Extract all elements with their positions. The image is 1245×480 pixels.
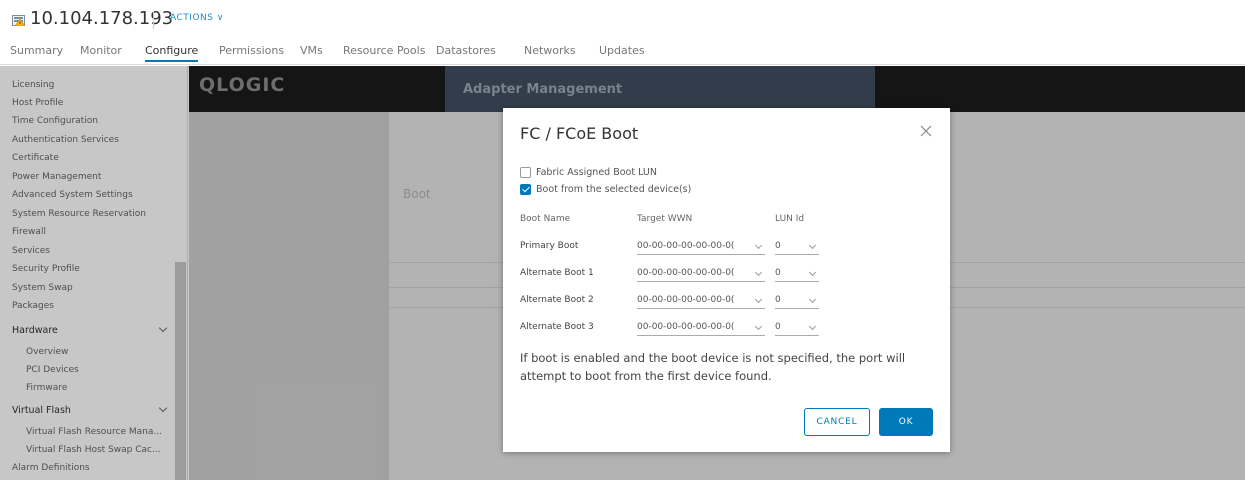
row-label-alternate-boot-2: Alternate Boot 2 (520, 295, 594, 305)
column-header-lun-id: LUN Id (775, 214, 805, 224)
chevron-down-icon (808, 241, 817, 250)
tab-permissions[interactable]: Permissions (219, 44, 284, 57)
target-wwn-value: 00-00-00-00-00-00-0( (637, 241, 735, 251)
lun-id-value: 0 (775, 241, 781, 251)
target-wwn-select[interactable]: 00-00-00-00-00-00-0( (637, 318, 765, 336)
dialog-title: FC / FCoE Boot (520, 124, 639, 143)
chevron-down-icon (754, 295, 763, 304)
tab-bar: Summary Monitor Configure Permissions VM… (0, 41, 1245, 65)
fabric-assigned-boot-lun-option[interactable]: Fabric Assigned Boot LUN (520, 167, 657, 178)
tab-configure[interactable]: Configure (145, 44, 199, 62)
chevron-down-icon (754, 241, 763, 250)
boot-from-selected-option[interactable]: Boot from the selected device(s) (520, 184, 691, 195)
row-label-primary-boot: Primary Boot (520, 241, 579, 251)
column-header-boot-name: Boot Name (520, 214, 571, 224)
actions-menu[interactable]: ACTIONS ∨ (170, 13, 224, 23)
lun-id-value: 0 (775, 295, 781, 305)
tab-monitor[interactable]: Monitor (80, 44, 122, 57)
fabric-assigned-label: Fabric Assigned Boot LUN (536, 167, 657, 178)
target-wwn-value: 00-00-00-00-00-00-0( (637, 322, 735, 332)
column-header-target-wwn: Target WWN (637, 214, 693, 224)
tab-datastores[interactable]: Datastores (436, 44, 496, 57)
chevron-down-icon (808, 268, 817, 277)
chevron-down-icon (808, 322, 817, 331)
host-title: 10.104.178.193 (30, 8, 174, 29)
close-icon[interactable] (918, 123, 934, 139)
fabric-assigned-checkbox[interactable] (520, 167, 531, 178)
tab-resource-pools[interactable]: Resource Pools (343, 44, 425, 57)
lun-id-select[interactable]: 0 (775, 264, 819, 282)
boot-note: If boot is enabled and the boot device i… (520, 351, 906, 383)
target-wwn-select[interactable]: 00-00-00-00-00-00-0( (637, 291, 765, 309)
header-divider (153, 11, 154, 29)
row-label-alternate-boot-3: Alternate Boot 3 (520, 322, 594, 332)
target-wwn-select[interactable]: 00-00-00-00-00-00-0( (637, 264, 765, 282)
boot-from-selected-label: Boot from the selected device(s) (536, 184, 692, 195)
chevron-down-icon (754, 268, 763, 277)
lun-id-select[interactable]: 0 (775, 237, 819, 255)
lun-id-select[interactable]: 0 (775, 291, 819, 309)
target-wwn-select[interactable]: 00-00-00-00-00-00-0( (637, 237, 765, 255)
cancel-button[interactable]: CANCEL (804, 408, 870, 436)
page-header: 10.104.178.193 ACTIONS ∨ Summary Monitor… (0, 0, 1245, 66)
lun-id-value: 0 (775, 268, 781, 278)
row-label-alternate-boot-1: Alternate Boot 1 (520, 268, 594, 278)
boot-from-selected-checkbox[interactable] (520, 184, 531, 195)
target-wwn-value: 00-00-00-00-00-00-0( (637, 268, 735, 278)
tab-updates[interactable]: Updates (599, 44, 645, 57)
tab-networks[interactable]: Networks (524, 44, 576, 57)
lun-id-value: 0 (775, 322, 781, 332)
ok-button[interactable]: OK (879, 408, 933, 436)
chevron-down-icon (754, 322, 763, 331)
tab-vms[interactable]: VMs (300, 44, 323, 57)
host-icon (12, 15, 26, 26)
tab-summary[interactable]: Summary (10, 44, 63, 57)
chevron-down-icon (808, 295, 817, 304)
lun-id-select[interactable]: 0 (775, 318, 819, 336)
fc-fcoe-boot-dialog: FC / FCoE Boot Fabric Assigned Boot LUN … (503, 108, 950, 452)
target-wwn-value: 00-00-00-00-00-00-0( (637, 295, 735, 305)
